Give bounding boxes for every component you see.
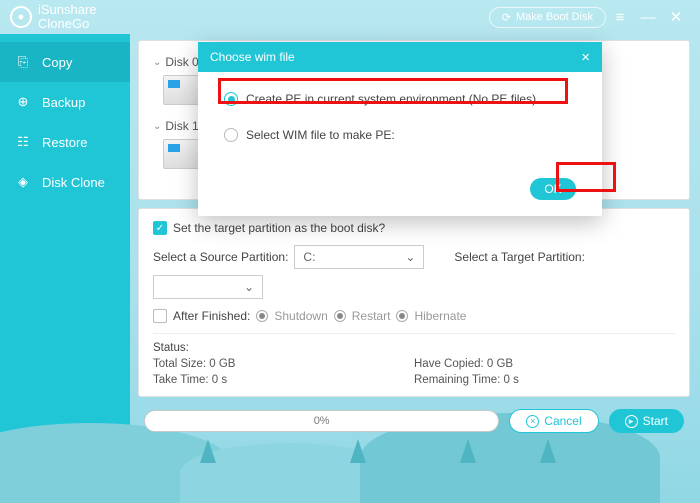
bottom-bar: 0% ×Cancel ▸Start [138, 405, 690, 437]
after-finished-label: After Finished: [173, 309, 250, 323]
set-target-label: Set the target partition as the boot dis… [173, 221, 385, 235]
restart-radio[interactable] [334, 310, 346, 322]
power-icon: ⟳ [502, 11, 511, 24]
radio-selected-icon [224, 92, 238, 106]
disk-clone-icon: ◈ [14, 173, 32, 191]
brand-line1: iSunshare [38, 3, 97, 17]
backup-icon: ⊕ [14, 93, 32, 111]
after-finished-checkbox[interactable] [153, 309, 167, 323]
status-total: Total Size: 0 GB [153, 358, 414, 370]
sidebar-item-restore[interactable]: ☷ Restore [0, 122, 130, 162]
dialog-title: Choose wim file [210, 50, 295, 64]
shutdown-radio[interactable] [256, 310, 268, 322]
option-select-wim[interactable]: Select WIM file to make PE: [224, 128, 576, 142]
logo-icon: ● [10, 6, 32, 28]
ok-button[interactable]: OK [530, 178, 576, 200]
brand-line2: CloneGo [38, 17, 97, 31]
start-button[interactable]: ▸Start [609, 409, 684, 433]
choose-wim-dialog: Choose wim file × Create PE in current s… [198, 42, 602, 216]
make-boot-disk-button[interactable]: ⟳ Make Boot Disk [489, 7, 606, 28]
hibernate-radio[interactable] [396, 310, 408, 322]
dialog-close-button[interactable]: × [581, 49, 590, 66]
progress-bar: 0% [144, 410, 499, 432]
target-partition-select[interactable]: ⌄ [153, 275, 263, 299]
chevron-down-icon: ⌄ [405, 250, 415, 264]
radio-unselected-icon [224, 128, 238, 142]
app-logo: ● iSunshareCloneGo [10, 3, 97, 32]
source-partition-select[interactable]: C:⌄ [294, 245, 424, 269]
status-title: Status: [153, 342, 675, 354]
set-target-checkbox[interactable]: ✓ [153, 221, 167, 235]
option1-label: Create PE in current system environment … [246, 92, 536, 106]
options-panel: ✓ Set the target partition as the boot d… [138, 208, 690, 397]
minimize-button[interactable]: — [634, 3, 662, 31]
chevron-down-icon: ⌄ [244, 280, 254, 294]
status-block: Status: Total Size: 0 GB Have Copied: 0 … [153, 333, 675, 386]
close-button[interactable]: ✕ [662, 3, 690, 31]
chevron-down-icon: ⌄ [153, 121, 161, 132]
sidebar: ⎘ Copy ⊕ Backup ☷ Restore ◈ Disk Clone [0, 34, 130, 503]
chevron-down-icon: ⌄ [153, 57, 161, 68]
sidebar-item-backup[interactable]: ⊕ Backup [0, 82, 130, 122]
cancel-icon: × [526, 415, 539, 428]
sidebar-label: Disk Clone [42, 175, 105, 190]
sidebar-label: Backup [42, 95, 85, 110]
sidebar-item-copy[interactable]: ⎘ Copy [0, 42, 130, 82]
target-label: Select a Target Partition: [454, 250, 585, 264]
play-icon: ▸ [625, 415, 638, 428]
menu-button[interactable]: ≡ [606, 3, 634, 31]
dialog-titlebar: Choose wim file × [198, 42, 602, 72]
status-take: Take Time: 0 s [153, 374, 414, 386]
cancel-button[interactable]: ×Cancel [509, 409, 598, 433]
status-copied: Have Copied: 0 GB [414, 358, 675, 370]
title-bar: ● iSunshareCloneGo ⟳ Make Boot Disk ≡ — … [0, 0, 700, 34]
make-boot-label: Make Boot Disk [516, 11, 593, 23]
option2-label: Select WIM file to make PE: [246, 128, 395, 142]
restore-icon: ☷ [14, 133, 32, 151]
status-remain: Remaining Time: 0 s [414, 374, 675, 386]
main-area: ⌄Disk 0 ⌄Disk 1 ✓ Set the target partiti… [130, 34, 700, 503]
copy-icon: ⎘ [14, 53, 32, 71]
sidebar-label: Copy [42, 55, 72, 70]
sidebar-item-disk-clone[interactable]: ◈ Disk Clone [0, 162, 130, 202]
option-create-pe[interactable]: Create PE in current system environment … [224, 92, 576, 106]
source-label: Select a Source Partition: [153, 250, 288, 264]
sidebar-label: Restore [42, 135, 88, 150]
